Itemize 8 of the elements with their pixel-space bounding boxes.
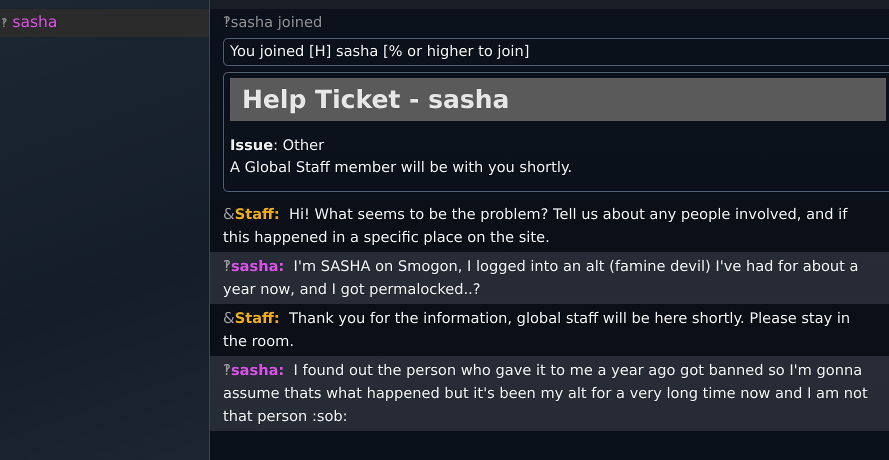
- info-message: You joined [H] sasha [% or higher to join]: [223, 38, 889, 66]
- ticket-issue: Issue: Other: [230, 136, 326, 156]
- user-list-item[interactable]: ‽ sasha: [0, 9, 209, 37]
- ticket-note: A Global Staff member will be with you shortly.: [230, 158, 574, 178]
- chat-message: ‽sasha: I'm SASHA on Smogon, I logged into an alt (famine devil) I've had for about a year now, and I got permalocked..?: [210, 252, 889, 304]
- join-notice: ‽sasha joined: [222, 13, 324, 33]
- chat-message: ‽sasha: I found out the person who gave it to me a year ago got banned so I'm gonna assume thats what happened but it's been my alt for a very long time now and I am not that person :sob:: [210, 356, 889, 431]
- ticket-title: Help Ticket - sasha: [230, 78, 886, 121]
